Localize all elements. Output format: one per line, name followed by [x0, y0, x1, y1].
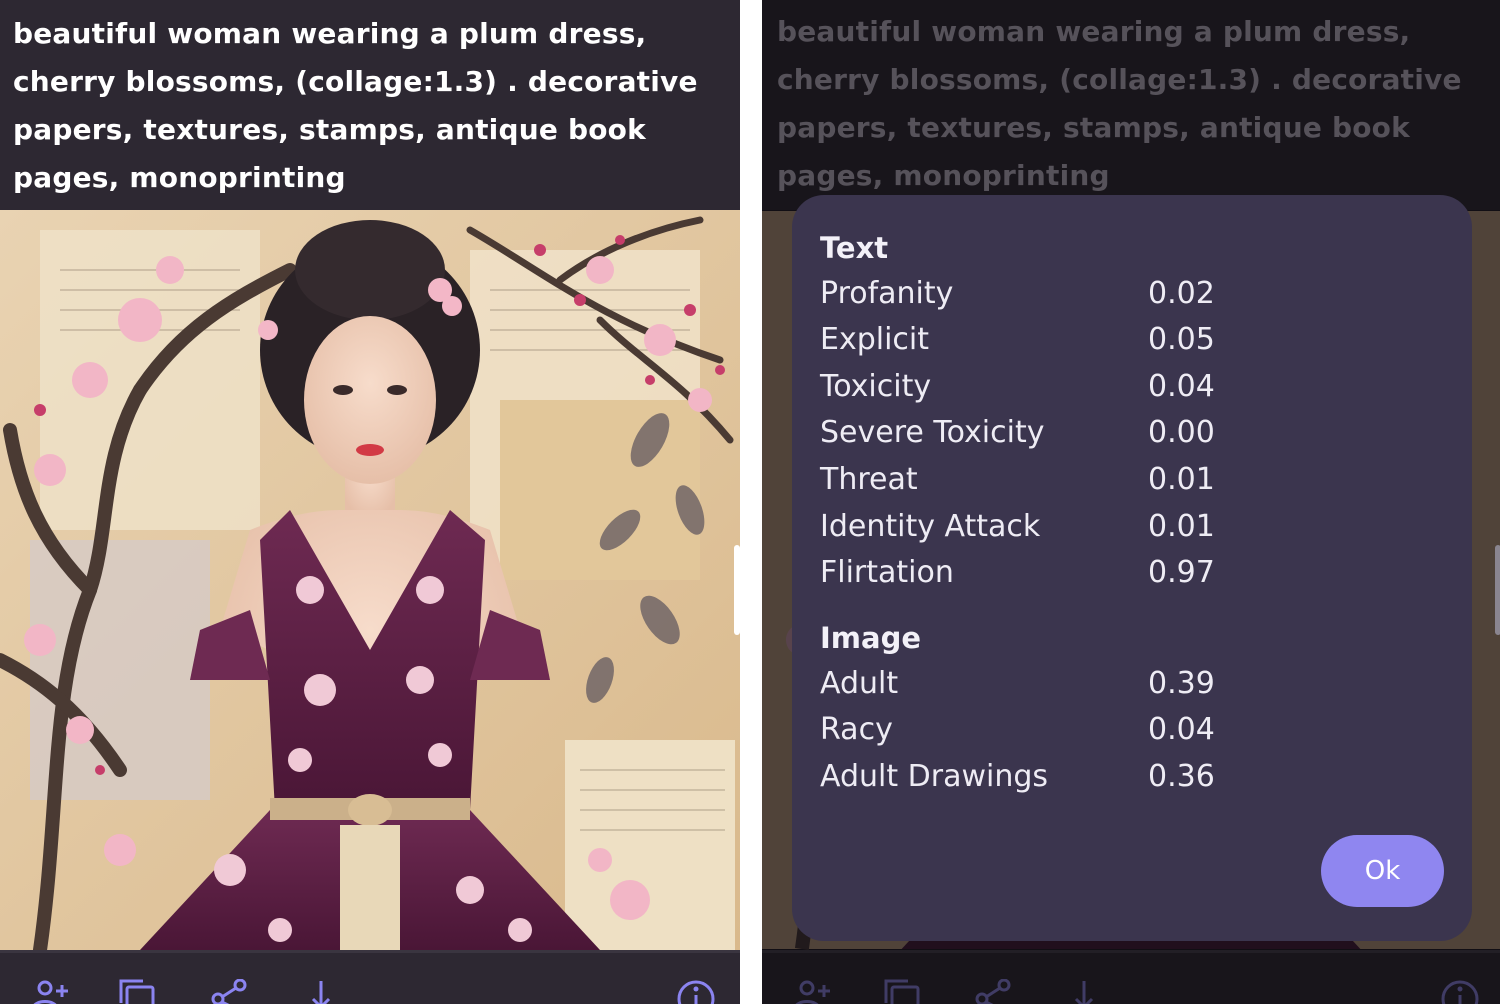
prompt-text-dimmed: beautiful woman wearing a plum dress, ch… — [777, 15, 1462, 192]
download-icon[interactable] — [301, 979, 341, 1004]
metric-value: 0.04 — [1148, 369, 1215, 404]
metric-row-threat: Threat 0.01 — [820, 462, 1240, 502]
metric-label: Toxicity — [820, 369, 932, 404]
scroll-handle[interactable] — [734, 545, 740, 635]
text-section-title: Text — [820, 231, 889, 265]
image-section-title: Image — [820, 621, 922, 655]
bottom-toolbar-dimmed — [762, 950, 1500, 1004]
metric-value: 0.00 — [1148, 415, 1215, 450]
metric-label: Profanity — [820, 276, 954, 311]
add-user-icon[interactable] — [30, 979, 70, 1004]
metric-row-severe-toxicity: Severe Toxicity 0.00 — [820, 415, 1240, 455]
metric-value: 0.05 — [1148, 322, 1215, 357]
metric-value: 0.01 — [1148, 509, 1215, 544]
metric-label: Identity Attack — [820, 509, 1041, 544]
scroll-handle-dimmed — [1495, 545, 1500, 635]
info-icon[interactable] — [676, 979, 716, 1004]
metric-label: Explicit — [820, 322, 930, 357]
metric-row-toxicity: Toxicity 0.04 — [820, 369, 1240, 409]
metric-label: Severe Toxicity — [820, 415, 1045, 450]
metric-row-identity-attack: Identity Attack 0.01 — [820, 509, 1240, 549]
metric-label: Threat — [820, 462, 918, 497]
metric-value: 0.02 — [1148, 276, 1215, 311]
bottom-toolbar — [0, 950, 740, 1004]
metric-row-flirtation: Flirtation 0.97 — [820, 555, 1240, 595]
generated-image-art — [0, 210, 740, 950]
copy-icon[interactable] — [117, 979, 157, 1004]
left-screen: beautiful woman wearing a plum dress, ch… — [0, 0, 740, 1004]
metric-row-profanity: Profanity 0.02 — [820, 276, 1240, 316]
ok-button[interactable]: Ok — [1321, 835, 1444, 907]
download-icon — [1064, 979, 1104, 1004]
share-icon — [974, 978, 1014, 1004]
prompt-text: beautiful woman wearing a plum dress, ch… — [13, 17, 698, 194]
info-icon — [1440, 979, 1480, 1004]
metric-label: Adult Drawings — [820, 759, 1049, 794]
metric-value: 0.36 — [1148, 759, 1215, 794]
moderation-scores-dialog: Text Profanity 0.02 Explicit 0.05 Toxici… — [792, 195, 1472, 941]
metric-value: 0.39 — [1148, 666, 1215, 701]
add-user-icon — [792, 979, 832, 1004]
metric-row-adult: Adult 0.39 — [820, 666, 1240, 706]
generated-image[interactable] — [0, 210, 740, 950]
metric-row-explicit: Explicit 0.05 — [820, 322, 1240, 362]
metric-value: 0.04 — [1148, 712, 1215, 747]
metric-label: Racy — [820, 712, 893, 747]
metric-label: Flirtation — [820, 555, 954, 590]
share-icon[interactable] — [210, 978, 250, 1004]
metric-row-racy: Racy 0.04 — [820, 712, 1240, 752]
metric-value: 0.97 — [1148, 555, 1215, 590]
metric-label: Adult — [820, 666, 899, 701]
metric-value: 0.01 — [1148, 462, 1215, 497]
metric-row-adult-drawings: Adult Drawings 0.36 — [820, 759, 1240, 799]
copy-icon — [882, 979, 922, 1004]
